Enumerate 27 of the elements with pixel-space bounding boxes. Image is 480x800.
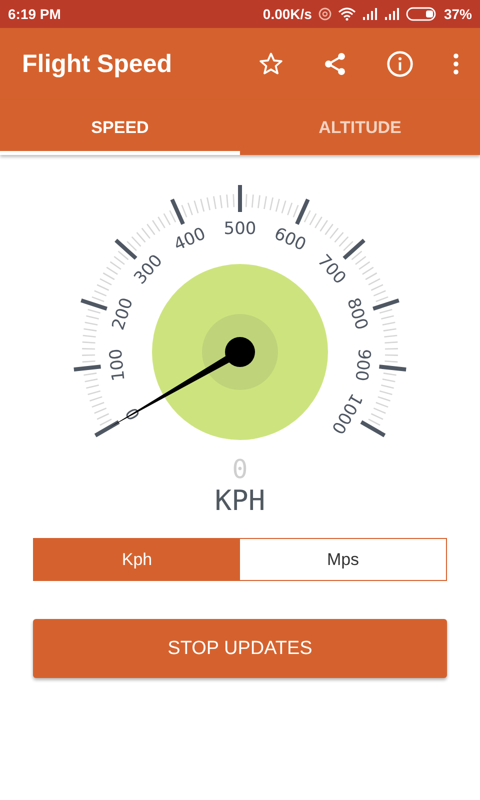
battery-percent: 37% — [444, 6, 472, 22]
share-icon[interactable] — [322, 51, 348, 77]
signal-icon — [362, 8, 378, 20]
gauge-label: 900 — [350, 348, 374, 382]
app-title: Flight Speed — [22, 50, 172, 78]
stop-updates-button[interactable]: STOP UPDATES — [33, 619, 447, 678]
gauge-label: 800 — [342, 295, 372, 333]
speed-unit: KPH — [214, 485, 266, 517]
gauge-label: 100 — [106, 348, 130, 382]
signal-icon — [384, 8, 400, 20]
network-speed: 0.00K/s — [262, 6, 312, 22]
menu-icon[interactable] — [452, 52, 460, 76]
clock: 6:19 PM — [8, 6, 61, 22]
gauge-label: 0 — [122, 404, 145, 424]
gauge-label: 500 — [224, 219, 256, 239]
gauge-label: 400 — [171, 224, 209, 256]
gauge-label: 200 — [108, 295, 138, 333]
gauge-label: 700 — [313, 250, 350, 288]
wifi-icon — [338, 7, 356, 21]
info-icon[interactable] — [386, 50, 414, 78]
star-icon[interactable] — [258, 51, 284, 77]
tab[interactable]: SPEED — [0, 100, 240, 155]
tab[interactable]: ALTITUDE — [240, 100, 480, 155]
gauge-label: 600 — [271, 224, 309, 256]
hotspot-icon — [318, 7, 332, 21]
battery-icon — [406, 7, 438, 21]
unit-option[interactable]: Kph — [34, 539, 240, 580]
